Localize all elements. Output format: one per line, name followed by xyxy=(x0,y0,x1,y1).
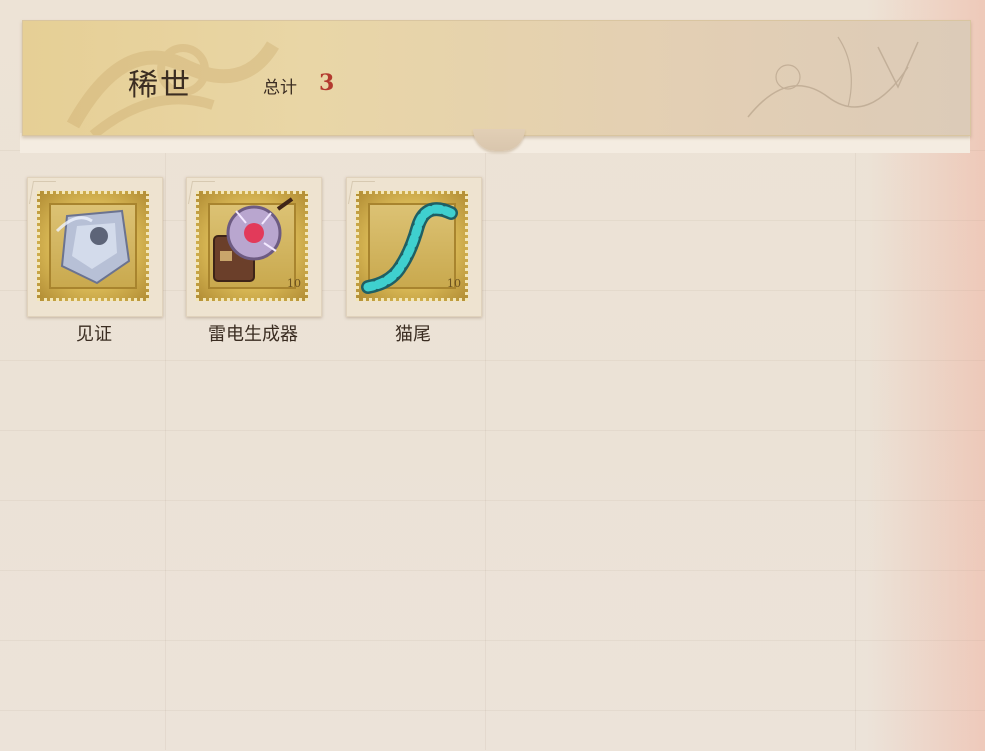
total-count: 3 xyxy=(319,70,335,96)
total-label: 总计 xyxy=(263,78,297,98)
cat-tail-icon xyxy=(361,202,458,294)
item-name: 雷电生成器 xyxy=(208,324,298,345)
witness-crystal-icon xyxy=(55,209,131,285)
item-name: 猫尾 xyxy=(395,324,431,345)
lightning-generator-icon xyxy=(213,197,294,282)
item-card-witness[interactable]: 见证 xyxy=(27,177,163,347)
ledger-divider xyxy=(165,150,166,750)
floral-sketch-icon xyxy=(747,36,919,118)
item-card-lightning-generator[interactable]: 10 雷电生成器 xyxy=(186,177,322,347)
item-card-cat-tail[interactable]: 10 猫尾 xyxy=(346,177,482,347)
ledger-divider xyxy=(485,150,486,750)
item-name: 见证 xyxy=(76,324,112,345)
ledger-divider xyxy=(855,150,856,750)
page-title: 稀世 xyxy=(128,68,192,103)
